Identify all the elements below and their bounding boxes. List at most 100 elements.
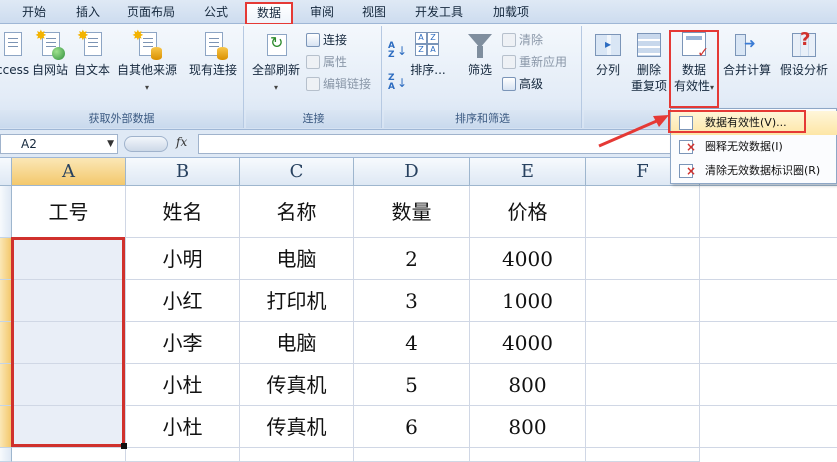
tab-page-layout[interactable]: 页面布局 [118, 3, 184, 24]
row-header-7[interactable] [0, 448, 12, 462]
cell-b4[interactable]: 小李 [126, 322, 240, 364]
reapply-button[interactable]: 重新应用 [502, 52, 567, 72]
tab-review[interactable]: 审阅 [300, 3, 344, 24]
cell-b3[interactable]: 小红 [126, 280, 240, 322]
select-all-corner[interactable] [0, 158, 12, 186]
tab-addins[interactable]: 加载项 [482, 3, 540, 24]
cell-e3[interactable]: 1000 [470, 280, 586, 322]
text-to-columns-button[interactable]: 分列 [590, 30, 626, 78]
cell-b2[interactable]: 小明 [126, 238, 240, 280]
cell-c6[interactable]: 传真机 [240, 406, 354, 448]
cell-d4[interactable]: 4 [354, 322, 470, 364]
cell-e2[interactable]: 4000 [470, 238, 586, 280]
cell-g5[interactable] [700, 364, 837, 406]
tab-formulas[interactable]: 公式 [192, 3, 240, 24]
cell-b6[interactable]: 小杜 [126, 406, 240, 448]
menu-item-circle-invalid[interactable]: 圈释无效数据(I) [671, 135, 837, 159]
cell-g3[interactable] [700, 280, 837, 322]
properties-button[interactable]: 属性 [306, 52, 347, 72]
tab-data[interactable]: 数据 [245, 2, 293, 25]
link-icon [306, 77, 320, 91]
database-icon: ✸ [132, 28, 162, 60]
cell-f1[interactable] [586, 186, 700, 238]
advanced-filter-icon [502, 77, 516, 91]
formula-bar-resize-handle[interactable] [124, 136, 168, 152]
cell-a7[interactable] [12, 448, 126, 462]
cell-d7[interactable] [354, 448, 470, 462]
cell-c5[interactable]: 传真机 [240, 364, 354, 406]
from-web-button[interactable]: ✸ 自网站 [30, 28, 70, 78]
from-access-button[interactable]: ccess [0, 30, 29, 78]
column-header-d[interactable]: D [354, 158, 470, 186]
properties-icon [306, 55, 320, 69]
cell-g4[interactable] [700, 322, 837, 364]
advanced-filter-button[interactable]: 高级 [502, 74, 543, 94]
clear-filter-button[interactable]: 清除 [502, 30, 543, 50]
refresh-icon [261, 30, 291, 60]
cell-f4[interactable] [586, 322, 700, 364]
cell-d6[interactable]: 6 [354, 406, 470, 448]
consolidate-button[interactable]: 合并计算 [720, 30, 774, 78]
cell-f3[interactable] [586, 280, 700, 322]
group-label-connections: 连接 [246, 110, 381, 128]
group-label-sort-filter: 排序和筛选 [384, 110, 581, 128]
clear-filter-icon [502, 33, 516, 47]
name-box[interactable]: A2 ▼ [0, 134, 118, 154]
column-header-c[interactable]: C [240, 158, 354, 186]
sort-button[interactable]: A Z Z A 排序... [408, 30, 448, 78]
fill-handle[interactable] [121, 443, 127, 449]
cell-e5[interactable]: 800 [470, 364, 586, 406]
column-header-b[interactable]: B [126, 158, 240, 186]
cell-f7[interactable] [586, 448, 700, 462]
what-if-analysis-button[interactable]: 假设分析 [776, 30, 832, 78]
remove-duplicates-button[interactable]: 删除 重复项 [628, 30, 670, 94]
menu-item-clear-circles[interactable]: 清除无效数据标识圈(R) [671, 159, 837, 183]
dropdown-arrow-icon: ▾ [273, 83, 278, 92]
cell-c1[interactable]: 名称 [240, 186, 354, 238]
cell-d1[interactable]: 数量 [354, 186, 470, 238]
cell-e7[interactable] [470, 448, 586, 462]
consolidate-icon [732, 30, 762, 60]
cell-e6[interactable]: 800 [470, 406, 586, 448]
cell-d3[interactable]: 3 [354, 280, 470, 322]
connections-button[interactable]: 连接 [306, 30, 347, 50]
column-header-a[interactable]: A [12, 158, 126, 186]
column-header-e[interactable]: E [470, 158, 586, 186]
tab-developer[interactable]: 开发工具 [404, 3, 474, 24]
from-other-sources-button[interactable]: ✸ 自其他来源 ▾ [114, 28, 180, 96]
cell-f2[interactable] [586, 238, 700, 280]
existing-connections-icon [198, 30, 228, 60]
edit-links-button[interactable]: 编辑链接 [306, 74, 371, 94]
clear-circles-icon [679, 159, 696, 183]
cell-f6[interactable] [586, 406, 700, 448]
sort-az-icon[interactable]: A Z ↓ [388, 42, 407, 62]
cell-b1[interactable]: 姓名 [126, 186, 240, 238]
cell-c3[interactable]: 打印机 [240, 280, 354, 322]
tab-insert[interactable]: 插入 [66, 3, 110, 24]
filter-button[interactable]: 筛选 [462, 30, 498, 78]
cell-c7[interactable] [240, 448, 354, 462]
cell-c2[interactable]: 电脑 [240, 238, 354, 280]
existing-connections-button[interactable]: 现有连接 [186, 30, 240, 78]
cell-g2[interactable] [700, 238, 837, 280]
cell-f5[interactable] [586, 364, 700, 406]
cell-b5[interactable]: 小杜 [126, 364, 240, 406]
tab-home[interactable]: 开始 [10, 3, 58, 24]
sort-za-icon[interactable]: Z A ↓ [388, 74, 407, 94]
refresh-all-button[interactable]: 全部刷新 ▾ [248, 30, 304, 96]
cell-d5[interactable]: 5 [354, 364, 470, 406]
cell-e4[interactable]: 4000 [470, 322, 586, 364]
cell-g1[interactable] [700, 186, 837, 238]
tab-view[interactable]: 视图 [352, 3, 396, 24]
cell-b7[interactable] [126, 448, 240, 462]
from-text-button[interactable]: ✸ 自文本 [72, 28, 112, 78]
cell-g6[interactable] [700, 406, 837, 448]
cell-a1[interactable]: 工号 [12, 186, 126, 238]
insert-function-icon[interactable]: fx [176, 135, 187, 149]
cell-e1[interactable]: 价格 [470, 186, 586, 238]
cell-c4[interactable]: 电脑 [240, 322, 354, 364]
cell-d2[interactable]: 2 [354, 238, 470, 280]
name-box-dropdown-icon[interactable]: ▼ [107, 135, 114, 153]
row-header-1[interactable] [0, 186, 12, 238]
worksheet-grid[interactable]: A B C D E F 工号 姓名 名称 数量 价格 小明 电脑 2 4000 … [0, 158, 837, 462]
